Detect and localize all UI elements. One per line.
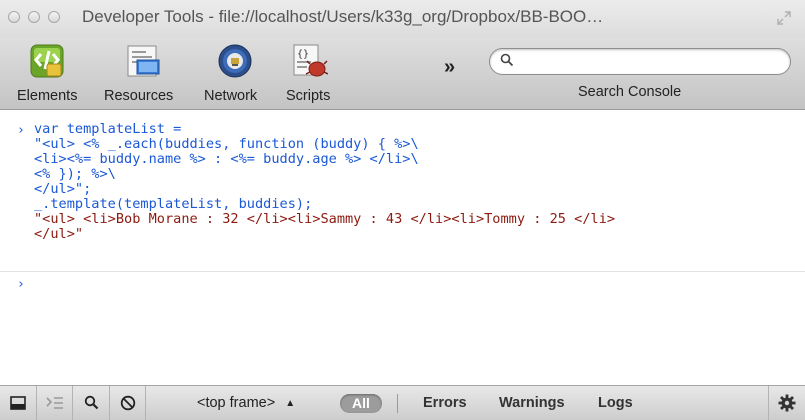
console-toggle-button[interactable] (37, 386, 73, 420)
network-icon (218, 44, 252, 78)
console-area[interactable]: › var templateList = "<ul> <% _.each(bud… (0, 110, 805, 385)
select-arrows-icon: ▲︎ (285, 398, 296, 409)
clear-console-button[interactable] (110, 386, 146, 420)
inspect-search-button[interactable] (73, 386, 110, 420)
overflow-chevron-button[interactable]: » (444, 56, 455, 79)
frame-select-value: <top frame> (197, 395, 276, 411)
search-icon (500, 53, 514, 67)
console-icon (46, 397, 63, 409)
tab-elements[interactable]: Elements (10, 38, 85, 109)
clear-icon (120, 395, 136, 411)
tab-scripts-label: Scripts (286, 88, 331, 104)
console-output-line: "<ul> <li>Bob Morane : 32 </li><li>Sammy… (34, 211, 616, 227)
dock-icon (10, 396, 26, 410)
scripts-icon: {} (293, 44, 328, 77)
zoom-window-button[interactable] (48, 11, 60, 23)
console-output-line: </ul>" (34, 226, 84, 242)
tab-network-label: Network (204, 88, 258, 104)
filter-errors-button[interactable]: Errors (423, 395, 467, 411)
svg-text:{}: {} (297, 49, 309, 60)
filter-all-button[interactable]: All (340, 394, 382, 413)
gear-icon (778, 394, 796, 412)
tab-scripts[interactable]: {} Scripts (284, 38, 348, 109)
search-input[interactable] (520, 52, 786, 73)
status-bar: <top frame> ▲︎ All Errors Warnings Logs (0, 385, 805, 420)
console-prompt-icon[interactable]: › (17, 277, 25, 293)
resources-icon (127, 45, 160, 77)
magnifier-icon (84, 395, 99, 410)
filter-separator (397, 394, 398, 413)
filter-warnings-button[interactable]: Warnings (499, 395, 565, 411)
toolbar: Elements Resources Network {} Scripts » … (0, 38, 805, 110)
input-prompt-chevron-icon: › (17, 123, 25, 138)
minimize-window-button[interactable] (28, 11, 40, 23)
fullscreen-icon[interactable] (776, 10, 792, 26)
window-title: Developer Tools - file://localhost/Users… (82, 7, 604, 26)
frame-select[interactable]: <top frame> ▲︎ (197, 395, 295, 411)
console-divider (0, 271, 805, 272)
title-bar: Developer Tools - file://localhost/Users… (0, 0, 805, 38)
tab-network[interactable]: Network (200, 38, 280, 109)
tab-resources[interactable]: Resources (100, 38, 190, 109)
filter-all-label: All (352, 395, 370, 411)
settings-button[interactable] (768, 386, 805, 420)
search-console-label: Search Console (578, 84, 682, 100)
filter-logs-button[interactable]: Logs (598, 395, 633, 411)
tab-elements-label: Elements (17, 88, 78, 104)
close-window-button[interactable] (8, 11, 20, 23)
tab-resources-label: Resources (104, 88, 174, 104)
search-field[interactable] (489, 48, 791, 75)
elements-icon (30, 44, 64, 78)
dock-button[interactable] (0, 386, 37, 420)
